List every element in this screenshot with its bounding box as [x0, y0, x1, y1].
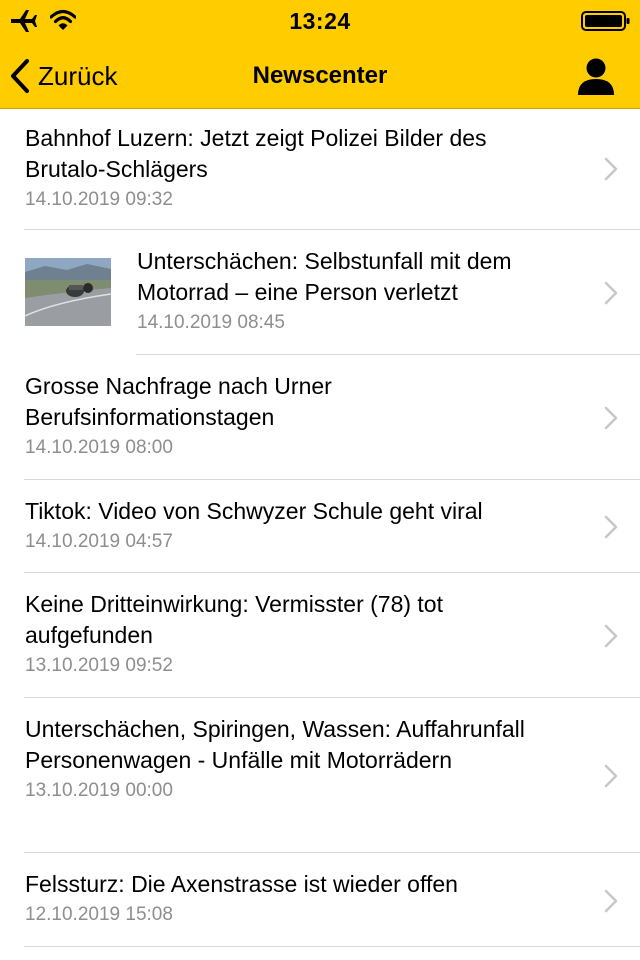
top-bar: 13:24 Zurück Newscenter [0, 0, 640, 109]
news-title: Unterschächen, Spiringen, Wassen: Auffah… [25, 716, 525, 773]
news-item[interactable]: Bahnhof Luzern: Jetzt zeigt Polizei Bild… [0, 109, 640, 230]
news-item[interactable]: Keine Dritteinwirkung: Vermisster (78) t… [0, 573, 640, 698]
chevron-right-icon [604, 624, 618, 648]
battery-icon [581, 11, 630, 31]
news-date: 13.10.2019 09:52 [25, 655, 173, 676]
news-date: 14.10.2019 09:32 [25, 189, 173, 210]
chevron-right-icon [604, 764, 618, 788]
chevron-right-icon [604, 281, 618, 305]
news-title: Grosse Nachfrage nach Urner Berufsinform… [25, 373, 332, 430]
screen: 13:24 Zurück Newscenter Bahnhof Luzern: … [0, 0, 640, 960]
news-date: 14.10.2019 08:45 [137, 312, 285, 333]
news-title: Tiktok: Video von Schwyzer Schule geht v… [25, 498, 483, 524]
news-thumbnail [25, 258, 111, 326]
chevron-right-icon [604, 406, 618, 430]
news-title: Bahnhof Luzern: Jetzt zeigt Polizei Bild… [25, 125, 487, 182]
news-date: 14.10.2019 04:57 [25, 531, 173, 552]
news-title: Felssturz: Die Axenstrasse ist wieder of… [25, 871, 458, 897]
news-item[interactable]: Unterschächen, Spiringen, Wassen: Auffah… [0, 698, 640, 853]
news-item[interactable]: Tiktok: Video von Schwyzer Schule geht v… [0, 480, 640, 573]
status-time: 13:24 [289, 8, 351, 34]
news-item[interactable]: Grosse Nachfrage nach Urner Berufsinform… [0, 355, 640, 480]
news-title: Unterschächen: Selbstunfall mit dem Moto… [137, 248, 512, 305]
page-title: Newscenter [252, 62, 388, 89]
news-date: 13.10.2019 00:00 [25, 780, 173, 801]
news-title: Keine Dritteinwirkung: Vermisster (78) t… [25, 591, 443, 648]
news-date: 12.10.2019 15:08 [25, 904, 173, 925]
chevron-right-icon [604, 889, 618, 913]
chevron-right-icon [604, 157, 618, 181]
news-item[interactable]: Felssturz: Die Axenstrasse ist wieder of… [0, 853, 640, 947]
profile-icon[interactable] [576, 56, 616, 96]
news-list: Bahnhof Luzern: Jetzt zeigt Polizei Bild… [0, 109, 640, 947]
chevron-right-icon [604, 515, 618, 539]
navigation-bar: Zurück Newscenter [0, 40, 640, 108]
status-bar: 13:24 [0, 0, 640, 40]
news-date: 14.10.2019 08:00 [25, 437, 173, 458]
news-item[interactable]: Unterschächen: Selbstunfall mit dem Moto… [0, 230, 640, 355]
